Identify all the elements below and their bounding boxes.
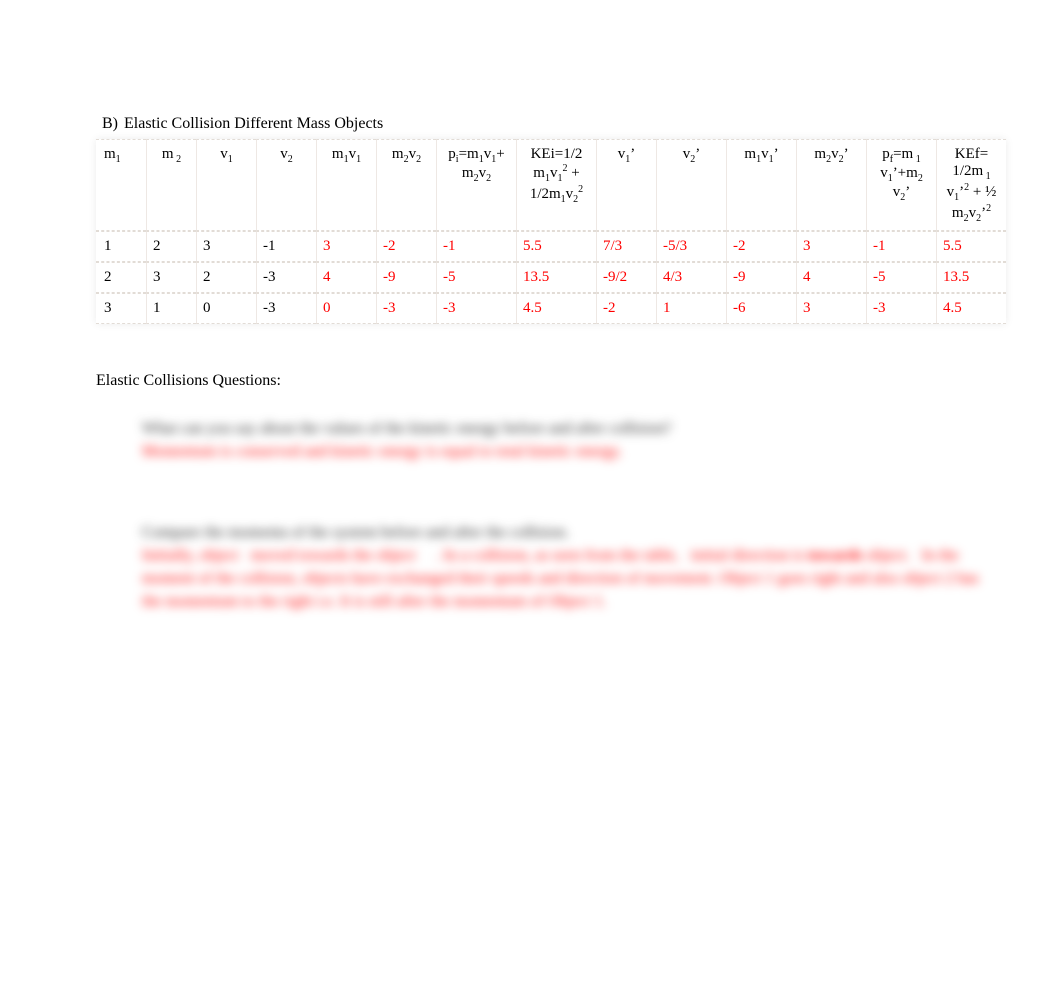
table-header-cell: m 2 (146, 139, 196, 231)
answer-text: Momentum is conserved and kinetic energy… (142, 440, 982, 463)
section-title: Elastic Collision Different Mass Objects (124, 115, 383, 133)
table-header-cell: m2v2’ (796, 139, 866, 231)
table-row: 232-34-9-513.5-9/24/3-94-513.5 (96, 262, 1006, 293)
table-header-row: m1m 2v1v2m1v1m2v2pi=m1v1+ m2v2KEi=1/2 m1… (96, 139, 1006, 231)
table-cell: -2 (596, 293, 656, 324)
table-header-cell: m2v2 (376, 139, 436, 231)
table-header-cell: v2’ (656, 139, 726, 231)
table-cell: -1 (256, 231, 316, 262)
table-cell: 3 (316, 231, 376, 262)
table-cell: 3 (796, 231, 866, 262)
table-header-cell: v2 (256, 139, 316, 231)
table-cell: -3 (256, 262, 316, 293)
table-cell: 3 (196, 231, 256, 262)
table-cell: 2 (146, 231, 196, 262)
table-header-cell: v1’ (596, 139, 656, 231)
table-header-cell: KEi=1/2 m1v12 + 1/2m1v22 (516, 139, 596, 231)
table-header-cell: v1 (196, 139, 256, 231)
table-cell: -6 (726, 293, 796, 324)
table-cell: -5/3 (656, 231, 726, 262)
table-cell: 4.5 (516, 293, 596, 324)
table-cell: -9 (376, 262, 436, 293)
table-cell: 3 (96, 293, 146, 324)
table-cell: 3 (796, 293, 866, 324)
table-cell: -3 (376, 293, 436, 324)
collision-table: m1m 2v1v2m1v1m2v2pi=m1v1+ m2v2KEi=1/2 m1… (96, 139, 1006, 324)
answer-text: Initially, object moved towards the obje… (142, 544, 982, 614)
table-cell: -3 (436, 293, 516, 324)
table-cell: 2 (96, 262, 146, 293)
table-cell: 5.5 (516, 231, 596, 262)
table-cell: 2 (196, 262, 256, 293)
table-cell: 13.5 (516, 262, 596, 293)
table-cell: -5 (866, 262, 936, 293)
table-cell: 0 (316, 293, 376, 324)
table-header-cell: m1 (96, 139, 146, 231)
question-text: What can you say about the values of the… (142, 418, 982, 440)
table-cell: 13.5 (936, 262, 1006, 293)
table-header-cell: KEf= 1/2m 1 v1’2 + ½ m2v2’2 (936, 139, 1006, 231)
table-row: 123-13-2-15.57/3-5/3-23-15.5 (96, 231, 1006, 262)
table-cell: 4/3 (656, 262, 726, 293)
table-cell: -5 (436, 262, 516, 293)
table-cell: 1 (96, 231, 146, 262)
document-content: B) Elastic Collision Different Mass Obje… (96, 115, 982, 672)
qa-item: Compare the momenta of the system before… (142, 522, 982, 614)
table-cell: -1 (866, 231, 936, 262)
qa-list: What can you say about the values of the… (142, 418, 982, 614)
table-cell: -9/2 (596, 262, 656, 293)
table-cell: -2 (376, 231, 436, 262)
table-cell: 1 (146, 293, 196, 324)
table-cell: -1 (436, 231, 516, 262)
table-row: 310-30-3-34.5-21-63-34.5 (96, 293, 1006, 324)
table-header-cell: pf=m 1 v1’+m2 v2’ (866, 139, 936, 231)
table-cell: 3 (146, 262, 196, 293)
table-cell: 7/3 (596, 231, 656, 262)
table-cell: 4 (796, 262, 866, 293)
table-cell: -2 (726, 231, 796, 262)
section-label: B) (96, 115, 118, 133)
table-cell: 4 (316, 262, 376, 293)
table-cell: -3 (256, 293, 316, 324)
table-cell: -9 (726, 262, 796, 293)
question-text: Compare the momenta of the system before… (142, 522, 982, 544)
table-cell: -3 (866, 293, 936, 324)
table-header-cell: pi=m1v1+ m2v2 (436, 139, 516, 231)
table-cell: 4.5 (936, 293, 1006, 324)
table-cell: 0 (196, 293, 256, 324)
questions-heading: Elastic Collisions Questions: (96, 372, 982, 390)
table-header-cell: m1v1’ (726, 139, 796, 231)
table-cell: 5.5 (936, 231, 1006, 262)
table-header-cell: m1v1 (316, 139, 376, 231)
table-cell: 1 (656, 293, 726, 324)
qa-item: What can you say about the values of the… (142, 418, 982, 464)
section-heading: B) Elastic Collision Different Mass Obje… (96, 115, 982, 133)
